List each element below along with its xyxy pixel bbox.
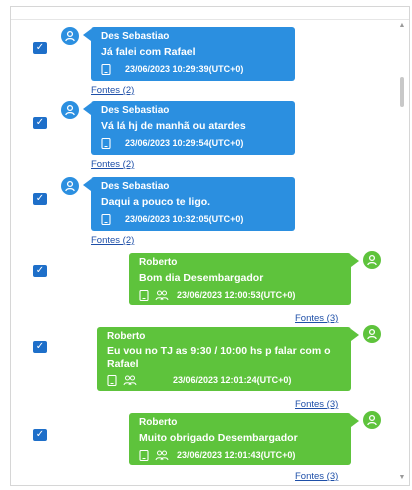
message-text: Eu vou no TJ as 9:30 / 10:00 hs p falar … (107, 345, 331, 370)
sender-name: Des Sebastiao (101, 31, 170, 42)
message-text: Daqui a pouco te ligo. (101, 196, 211, 208)
message-bubble[interactable]: Roberto Eu vou no TJ as 9:30 / 10:00 hs … (97, 327, 351, 391)
bubble-tail (351, 329, 359, 341)
phone-icon (101, 137, 111, 149)
sender-name: Des Sebastiao (101, 181, 170, 192)
select-checkbox[interactable]: ✓ (33, 265, 47, 277)
sender-name: Roberto (139, 417, 178, 428)
sender-name: Des Sebastiao (101, 105, 170, 116)
message-meta: 23/06/2023 12:01:43(UTC+0) (139, 449, 343, 461)
sources-link[interactable]: Fontes (2) (91, 159, 134, 170)
message-timestamp: 23/06/2023 10:29:39(UTC+0) (125, 64, 244, 74)
select-checkbox[interactable]: ✓ (33, 42, 47, 54)
message-timestamp: 23/06/2023 12:00:53(UTC+0) (177, 290, 296, 300)
message-meta: 23/06/2023 12:00:53(UTC+0) (139, 289, 343, 301)
user-avatar-icon (61, 177, 79, 195)
phone-icon (101, 213, 111, 225)
sender-name: Roberto (107, 331, 146, 342)
message-text: Muito obrigado Desembargador (139, 432, 298, 444)
message-bubble[interactable]: Des Sebastiao Já falei com Rafael 23/06/… (91, 27, 295, 81)
message-meta: 23/06/2023 10:32:05(UTC+0) (101, 213, 287, 225)
select-checkbox[interactable]: ✓ (33, 193, 47, 205)
bubble-tail (83, 29, 91, 41)
scroll-up-arrow-icon[interactable]: ▲ (398, 21, 406, 31)
message-meta: 23/06/2023 10:29:54(UTC+0) (101, 137, 287, 149)
phone-icon (107, 374, 117, 386)
sources-link[interactable]: Fontes (3) (295, 399, 338, 410)
user-avatar-icon (61, 27, 79, 45)
sources-link[interactable]: Fontes (3) (295, 313, 338, 324)
sources-link[interactable]: Fontes (2) (91, 85, 134, 96)
group-icon (155, 290, 169, 301)
bubble-tail (351, 415, 359, 427)
message-timestamp: 23/06/2023 12:01:43(UTC+0) (177, 450, 296, 460)
bubble-tail (83, 179, 91, 191)
panel-top-border (11, 7, 409, 20)
select-checkbox[interactable]: ✓ (33, 117, 47, 129)
message-text: Vá lá hj de manhã ou atardes (101, 120, 246, 132)
user-avatar-icon (363, 251, 381, 269)
phone-icon (139, 449, 149, 461)
scroll-down-arrow-icon[interactable]: ▼ (398, 473, 406, 483)
message-bubble[interactable]: Roberto Bom dia Desembargador 23/06/2023… (129, 253, 351, 305)
scroll-thumb[interactable] (400, 77, 404, 107)
message-timestamp: 23/06/2023 10:29:54(UTC+0) (125, 138, 244, 148)
group-icon (155, 450, 169, 461)
sender-name: Roberto (139, 257, 178, 268)
message-timestamp: 23/06/2023 10:32:05(UTC+0) (125, 214, 244, 224)
select-checkbox[interactable]: ✓ (33, 429, 47, 441)
message-timestamp: 23/06/2023 12:01:24(UTC+0) (173, 375, 292, 385)
phone-icon (139, 289, 149, 301)
user-avatar-icon (61, 101, 79, 119)
vertical-scrollbar[interactable]: ▲ ▼ (398, 21, 406, 483)
phone-icon (101, 63, 111, 75)
message-bubble[interactable]: Des Sebastiao Vá lá hj de manhã ou atard… (91, 101, 295, 155)
sources-link[interactable]: Fontes (3) (295, 471, 338, 482)
message-text: Bom dia Desembargador (139, 272, 264, 284)
message-text: Já falei com Rafael (101, 46, 196, 58)
user-avatar-icon (363, 411, 381, 429)
message-meta: 23/06/2023 10:29:39(UTC+0) (101, 63, 287, 75)
sources-link[interactable]: Fontes (2) (91, 235, 134, 246)
message-bubble[interactable]: Roberto Muito obrigado Desembargador 23/… (129, 413, 351, 465)
group-icon (123, 375, 137, 386)
select-checkbox[interactable]: ✓ (33, 341, 47, 353)
message-bubble[interactable]: Des Sebastiao Daqui a pouco te ligo. 23/… (91, 177, 295, 231)
bubble-tail (351, 255, 359, 267)
chat-panel: ✓ Des Sebastiao Já falei com Rafael 23/0… (10, 6, 410, 486)
message-meta: 23/06/2023 12:01:24(UTC+0) (107, 374, 343, 386)
user-avatar-icon (363, 325, 381, 343)
bubble-tail (83, 103, 91, 115)
